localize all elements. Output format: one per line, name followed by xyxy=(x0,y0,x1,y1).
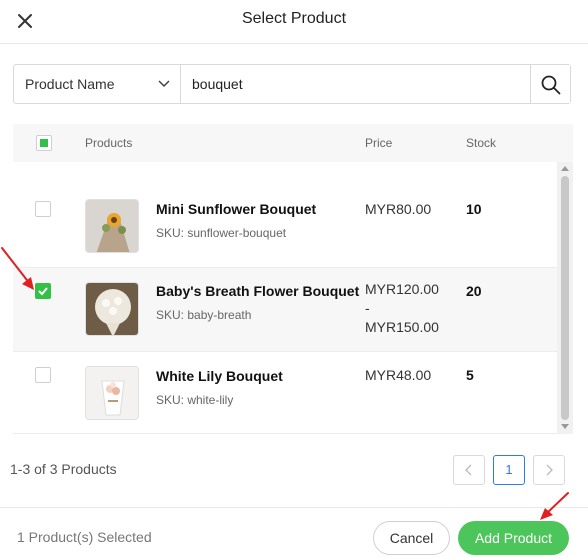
product-price: MYR48.00 xyxy=(365,367,432,383)
page-number-button[interactable]: 1 xyxy=(493,455,525,485)
scroll-down-arrow-icon[interactable] xyxy=(561,424,569,429)
cancel-button[interactable]: Cancel xyxy=(373,521,450,555)
product-name: Mini Sunflower Bouquet xyxy=(156,201,317,217)
product-name: Baby's Breath Flower Bouquet xyxy=(156,283,360,299)
modal-footer: 1 Product(s) Selected Cancel Add Product xyxy=(0,507,588,559)
chevron-down-icon xyxy=(158,80,170,88)
row-checkbox[interactable] xyxy=(35,201,51,217)
search-field-select[interactable]: Product Name xyxy=(14,65,181,103)
chevron-right-icon xyxy=(546,464,553,476)
product-price-separator: - xyxy=(365,300,370,316)
checkmark-icon xyxy=(38,287,48,296)
search-input[interactable] xyxy=(181,65,530,103)
column-header-stock: Stock xyxy=(466,136,497,150)
prev-page-button[interactable] xyxy=(453,455,485,485)
page-title: Select Product xyxy=(241,10,347,27)
product-thumbnail xyxy=(85,199,139,253)
product-price-range: MYR120.00 - MYR150.00 xyxy=(365,280,439,337)
product-thumbnail xyxy=(85,366,139,420)
modal-header: Select Product xyxy=(0,0,588,44)
search-button[interactable] xyxy=(530,65,570,103)
search-icon xyxy=(541,75,561,95)
product-thumbnail xyxy=(85,282,139,336)
search-field-select-value: Product Name xyxy=(25,76,115,92)
table-scrollbar[interactable] xyxy=(557,162,573,434)
product-price-max: MYR150.00 xyxy=(365,319,439,335)
product-stock: 20 xyxy=(466,283,482,299)
scrollbar-thumb[interactable] xyxy=(561,176,569,420)
product-table-body: Mini Sunflower Bouquet SKU: sunflower-bo… xyxy=(13,162,573,434)
pagination-info: 1-3 of 3 Products xyxy=(10,461,117,477)
row-checkbox[interactable] xyxy=(35,283,51,299)
product-sku: SKU: white-lily xyxy=(156,393,234,407)
table-header: Products Price Stock xyxy=(13,124,573,162)
product-stock: 5 xyxy=(466,367,474,383)
table-row[interactable]: Baby's Breath Flower Bouquet SKU: baby-b… xyxy=(13,268,557,352)
product-name: White Lily Bouquet xyxy=(156,368,283,384)
search-bar: Product Name xyxy=(13,64,571,104)
scroll-up-arrow-icon[interactable] xyxy=(561,166,569,171)
add-product-button[interactable]: Add Product xyxy=(458,521,569,555)
next-page-button[interactable] xyxy=(533,455,565,485)
table-row[interactable]: Mini Sunflower Bouquet SKU: sunflower-bo… xyxy=(13,162,557,268)
row-checkbox[interactable] xyxy=(35,367,51,383)
column-header-price: Price xyxy=(365,136,393,150)
product-stock: 10 xyxy=(466,201,482,217)
select-all-checkbox[interactable] xyxy=(36,135,52,151)
product-price: MYR80.00 xyxy=(365,201,432,217)
product-sku: SKU: baby-breath xyxy=(156,308,252,322)
product-price-min: MYR120.00 xyxy=(365,281,439,297)
table-row[interactable]: White Lily Bouquet SKU: white-lily MYR48… xyxy=(13,352,557,434)
column-header-products: Products xyxy=(85,136,133,150)
chevron-left-icon xyxy=(465,464,472,476)
selected-count: 1 Product(s) Selected xyxy=(17,529,152,545)
product-sku: SKU: sunflower-bouquet xyxy=(156,226,287,240)
